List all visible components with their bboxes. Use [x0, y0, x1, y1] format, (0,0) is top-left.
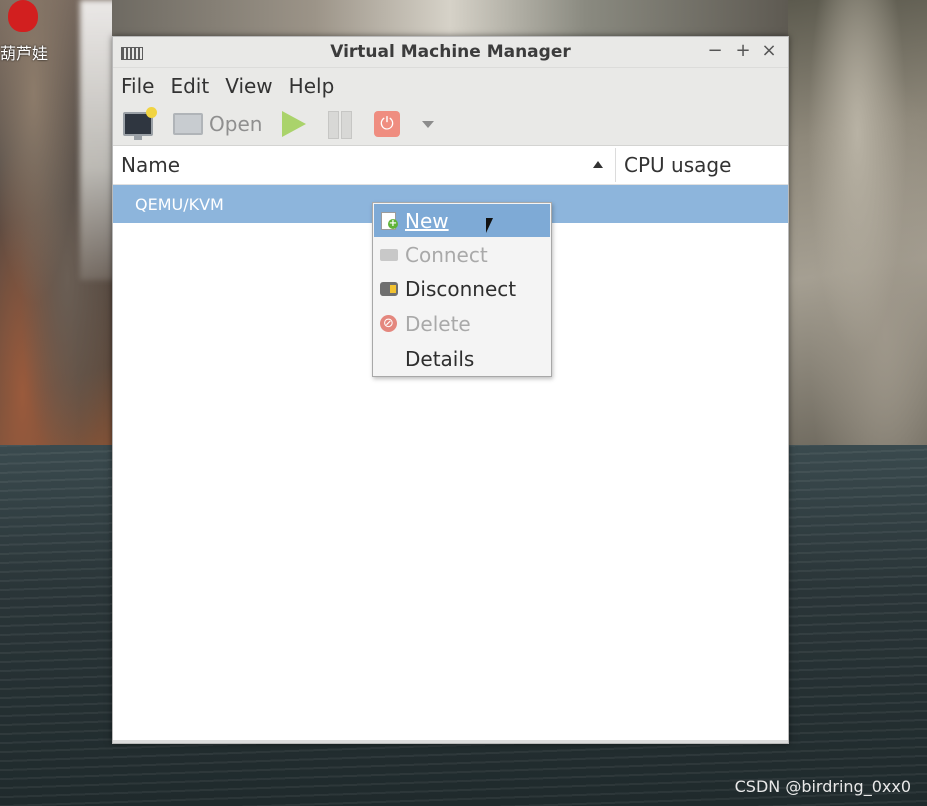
context-menu-disconnect[interactable]: Disconnect: [374, 272, 550, 305]
toolbar: Open ⏻: [113, 103, 788, 146]
connection-name: QEMU/KVM: [135, 195, 224, 214]
context-menu-connect[interactable]: Connect: [374, 238, 550, 271]
minimize-button[interactable]: −: [704, 40, 726, 61]
context-menu: + New Connect Disconnect ⊘ Delete Detail…: [372, 202, 552, 377]
open-label: Open: [209, 112, 263, 136]
monitor-icon: [173, 113, 203, 135]
title-bar[interactable]: Virtual Machine Manager − + ×: [113, 37, 788, 68]
desktop-icon-label: 葫芦娃: [0, 44, 49, 63]
sort-ascending-icon: [593, 161, 603, 168]
open-button[interactable]: Open: [173, 110, 262, 138]
shutdown-dropdown[interactable]: [422, 110, 434, 138]
context-menu-delete[interactable]: ⊘ Delete: [374, 307, 550, 340]
new-vm-button[interactable]: [123, 107, 157, 140]
menu-file[interactable]: File: [121, 74, 154, 98]
chevron-down-icon: [422, 120, 434, 128]
table-header: Name CPU usage: [113, 146, 788, 185]
window-title: Virtual Machine Manager: [330, 42, 571, 62]
context-menu-details[interactable]: Details: [374, 342, 550, 375]
maximize-button[interactable]: +: [732, 40, 754, 61]
delete-icon: ⊘: [379, 314, 401, 334]
desktop-icon-gourd[interactable]: 葫芦娃: [0, 0, 56, 70]
column-header-cpu[interactable]: CPU usage: [624, 153, 731, 177]
menu-bar: File Edit View Help: [113, 68, 788, 103]
new-doc-icon: +: [379, 211, 401, 231]
context-menu-connect-label: Connect: [405, 242, 488, 267]
unplug-icon: [379, 279, 401, 299]
column-separator[interactable]: [615, 148, 616, 182]
context-menu-new[interactable]: + New: [374, 204, 550, 237]
shutdown-button[interactable]: ⏻: [374, 110, 400, 138]
context-menu-delete-label: Delete: [405, 311, 471, 336]
pause-icon: [328, 111, 352, 139]
context-menu-details-label: Details: [405, 346, 475, 371]
plug-icon: [379, 245, 401, 265]
pause-button[interactable]: [328, 110, 352, 139]
column-header-name[interactable]: Name: [121, 153, 180, 177]
menu-view[interactable]: View: [225, 74, 272, 98]
new-vm-icon: [123, 107, 157, 140]
close-button[interactable]: ×: [758, 40, 780, 61]
gourd-icon: [8, 0, 38, 32]
mouse-cursor-icon: [486, 218, 500, 233]
context-menu-disconnect-label: Disconnect: [405, 276, 517, 301]
desktop-background-top: [112, 0, 788, 36]
vmm-window: Virtual Machine Manager − + × File Edit …: [112, 36, 789, 744]
menu-help[interactable]: Help: [289, 74, 335, 98]
window-bottom-edge: [113, 740, 788, 743]
power-icon: ⏻: [374, 111, 400, 137]
menu-edit[interactable]: Edit: [170, 74, 209, 98]
context-menu-new-label: New: [405, 208, 449, 233]
run-button[interactable]: [282, 110, 306, 138]
desktop-background-right: [788, 0, 927, 445]
play-icon: [282, 111, 306, 137]
watermark: CSDN @birdring_0xx0: [734, 777, 911, 796]
